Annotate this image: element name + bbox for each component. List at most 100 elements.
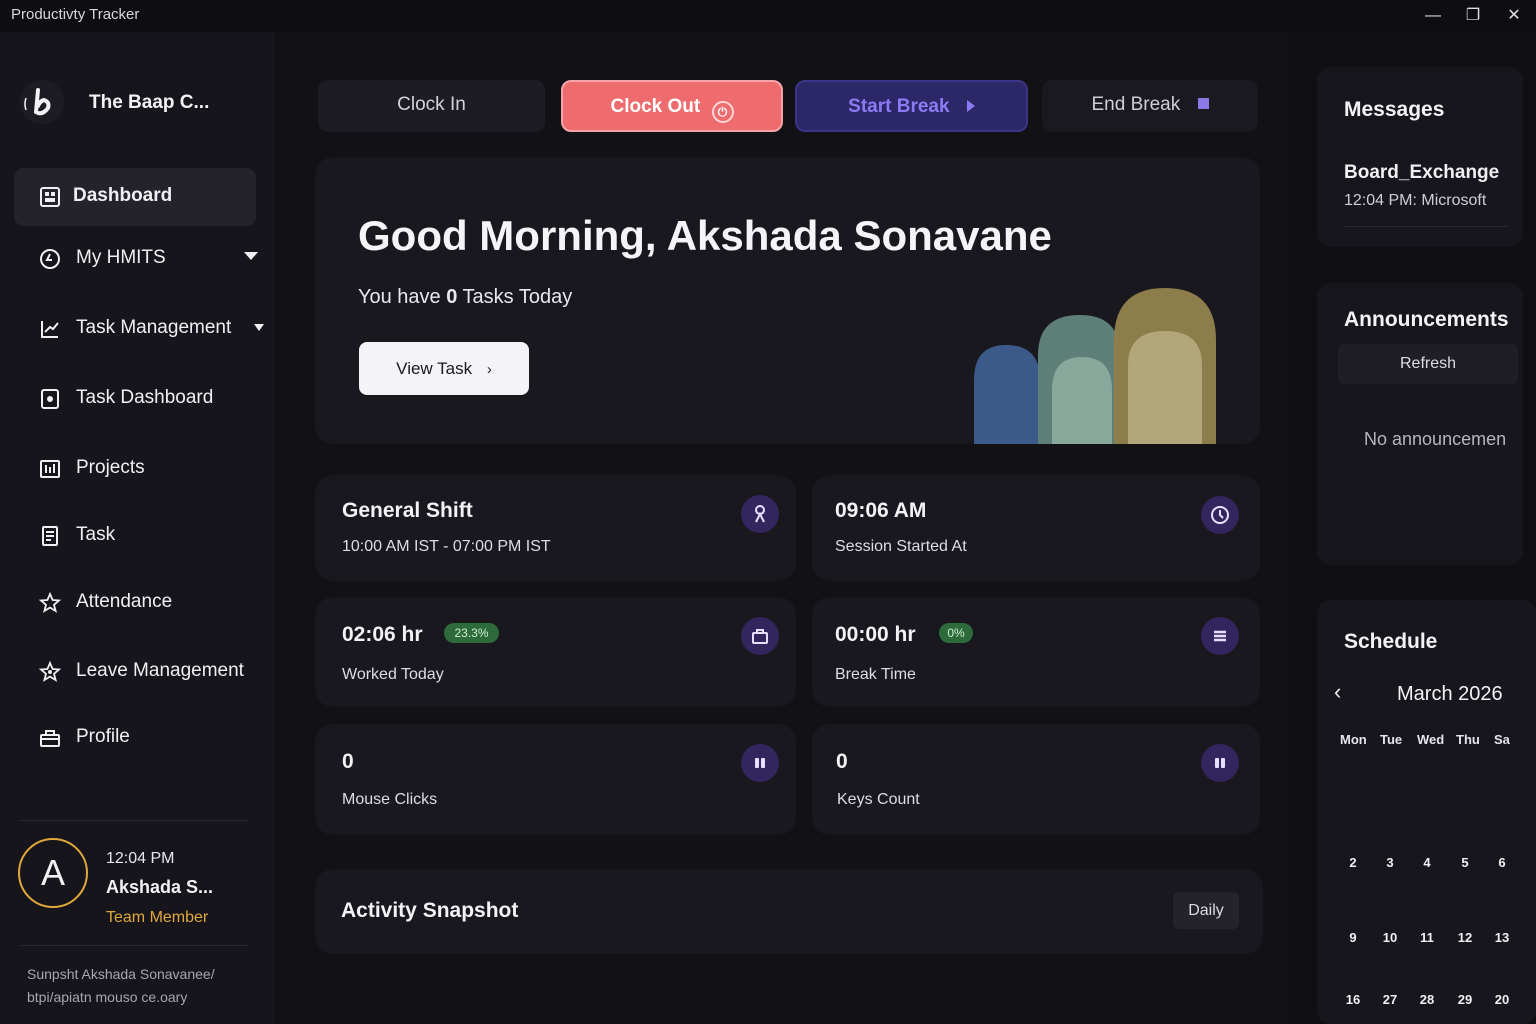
calendar-day[interactable]: 9 xyxy=(1340,930,1366,945)
sidebar-item-label: Profile xyxy=(76,726,130,747)
mouse-card xyxy=(315,724,796,835)
mouse-value: 0 xyxy=(342,750,354,773)
greeting-title: Good Morning, Akshada Sonavane xyxy=(358,212,1052,259)
calendar-day[interactable]: 5 xyxy=(1452,855,1478,870)
calendar-day[interactable]: 11 xyxy=(1414,930,1440,945)
day-header: Tue xyxy=(1380,732,1403,747)
calendar-day[interactable]: 28 xyxy=(1414,992,1440,1007)
announcements-title: Announcements xyxy=(1344,308,1509,331)
user-role: Team Member xyxy=(106,909,209,926)
announcements-empty: No announcemen xyxy=(1364,429,1507,449)
tasks-summary: You have 0 Tasks Today xyxy=(358,286,572,309)
arch-illustration xyxy=(974,288,1216,444)
activity-title: Activity Snapshot xyxy=(341,899,519,922)
chevron-left-icon[interactable]: ‹ xyxy=(1334,681,1350,704)
range-select[interactable]: Daily xyxy=(1173,892,1239,929)
chevron-right-icon: › xyxy=(486,361,492,378)
sidebar-item-label: Leave Management xyxy=(76,660,244,681)
messages-title: Messages xyxy=(1344,98,1445,121)
logo-mark xyxy=(24,88,51,116)
message-item-title[interactable]: Board_Exchange xyxy=(1344,162,1499,184)
sidebar-item-task-dashboard[interactable]: Task Dashboard xyxy=(14,370,256,428)
chevron-down-icon xyxy=(244,252,258,260)
brand-name: The Baap C... xyxy=(89,92,210,113)
sidebar-item-attendance[interactable]: Attendance xyxy=(14,574,256,632)
window-title: Productivty Tracker xyxy=(11,6,140,23)
day-header: Sa xyxy=(1494,732,1510,747)
sidebar-item-label: Task Management xyxy=(76,317,232,338)
projects-icon xyxy=(40,460,60,478)
brand-logo[interactable] xyxy=(20,80,64,124)
calendar-day[interactable]: 3 xyxy=(1377,855,1403,870)
keys-value: 0 xyxy=(836,750,848,773)
sidebar-divider xyxy=(20,945,248,946)
end-break-label: End Break xyxy=(1091,94,1181,115)
keys-label: Keys Count xyxy=(837,791,920,808)
refresh-button[interactable]: Refresh xyxy=(1338,344,1518,384)
footer-line: Sunpsht Akshada Sonavanee/ xyxy=(27,966,215,982)
day-header: Mon xyxy=(1340,732,1367,747)
dashboard-icon xyxy=(40,187,60,207)
briefcase-icon xyxy=(741,617,779,655)
calendar-day[interactable]: 16 xyxy=(1340,992,1366,1007)
calendar-day[interactable]: 2 xyxy=(1340,855,1366,870)
pause-icon xyxy=(1201,744,1239,782)
clock-out-label: Clock Out xyxy=(610,96,701,117)
sidebar-item-profile[interactable]: Profile xyxy=(14,709,256,767)
sidebar-item-projects[interactable]: Projects xyxy=(14,440,256,498)
schedule-month: March 2026 xyxy=(1397,683,1503,705)
schedule-panel xyxy=(1317,600,1536,1024)
sidebar-item-label: My HMITS xyxy=(76,247,166,268)
break-value: 00:00 hr xyxy=(835,623,916,646)
calendar-day[interactable]: 20 xyxy=(1489,992,1515,1007)
user-name: Akshada S... xyxy=(106,877,214,897)
sidebar-item-dashboard[interactable]: Dashboard xyxy=(14,168,256,226)
power-icon: ⏻ xyxy=(711,101,734,123)
pause-icon xyxy=(741,744,779,782)
sidebar-item-task-management[interactable]: Task Management xyxy=(14,300,264,358)
sidebar-item-leave-management[interactable]: Leave Management xyxy=(14,643,256,701)
chart-line-icon xyxy=(41,321,59,338)
play-icon xyxy=(966,100,975,112)
view-task-label: View Task xyxy=(396,359,473,378)
user-badge-icon xyxy=(741,495,779,533)
chevron-down-icon xyxy=(254,324,264,331)
clock-icon xyxy=(1201,496,1239,534)
sidebar-item-task[interactable]: Task xyxy=(14,507,256,565)
sidebar-item-label: Task Dashboard xyxy=(76,387,214,408)
session-time: 09:06 AM xyxy=(835,499,927,522)
worked-label: Worked Today xyxy=(342,666,444,683)
restore-icon[interactable]: ❐ xyxy=(1461,4,1485,28)
calendar-day[interactable]: 27 xyxy=(1377,992,1403,1007)
calendar-day[interactable]: 6 xyxy=(1489,855,1515,870)
sidebar-divider xyxy=(20,820,248,821)
close-icon[interactable]: ✕ xyxy=(1502,4,1526,28)
clock-in-button[interactable]: Clock In xyxy=(318,80,545,132)
calendar-day[interactable]: 29 xyxy=(1452,992,1478,1007)
worked-value: 02:06 hr xyxy=(342,623,423,646)
profile-icon xyxy=(40,730,60,747)
end-break-button[interactable]: End Break xyxy=(1042,80,1258,132)
day-header: Wed xyxy=(1417,732,1445,747)
message-divider xyxy=(1344,226,1508,227)
message-item-sub: 12:04 PM: Microsoft xyxy=(1344,192,1487,209)
stop-icon xyxy=(1197,98,1209,109)
minimize-icon[interactable]: — xyxy=(1421,4,1445,28)
calendar-day[interactable]: 10 xyxy=(1377,930,1403,945)
shift-hours: 10:00 AM IST - 07:00 PM IST xyxy=(342,538,551,555)
calendar-day[interactable]: 13 xyxy=(1489,930,1515,945)
start-break-button[interactable]: Start Break xyxy=(795,80,1028,132)
footer-note: Sunpsht Akshada Sonavanee/ btpi/apiatn m… xyxy=(27,963,257,1009)
clock-out-button[interactable]: Clock Out ⏻ xyxy=(561,80,783,132)
task-board-icon xyxy=(41,389,59,409)
view-task-button[interactable]: View Task › xyxy=(359,342,529,395)
shift-card xyxy=(315,475,796,581)
avatar[interactable]: A xyxy=(18,838,88,908)
sidebar-item-my-hmits[interactable]: My HMITS xyxy=(14,230,258,288)
star-icon xyxy=(38,591,62,613)
star-badge-icon xyxy=(38,660,62,682)
calendar-day[interactable]: 4 xyxy=(1414,855,1440,870)
start-break-label: Start Break xyxy=(848,96,950,117)
calendar-day[interactable]: 12 xyxy=(1452,930,1478,945)
menu-icon xyxy=(1201,617,1239,655)
